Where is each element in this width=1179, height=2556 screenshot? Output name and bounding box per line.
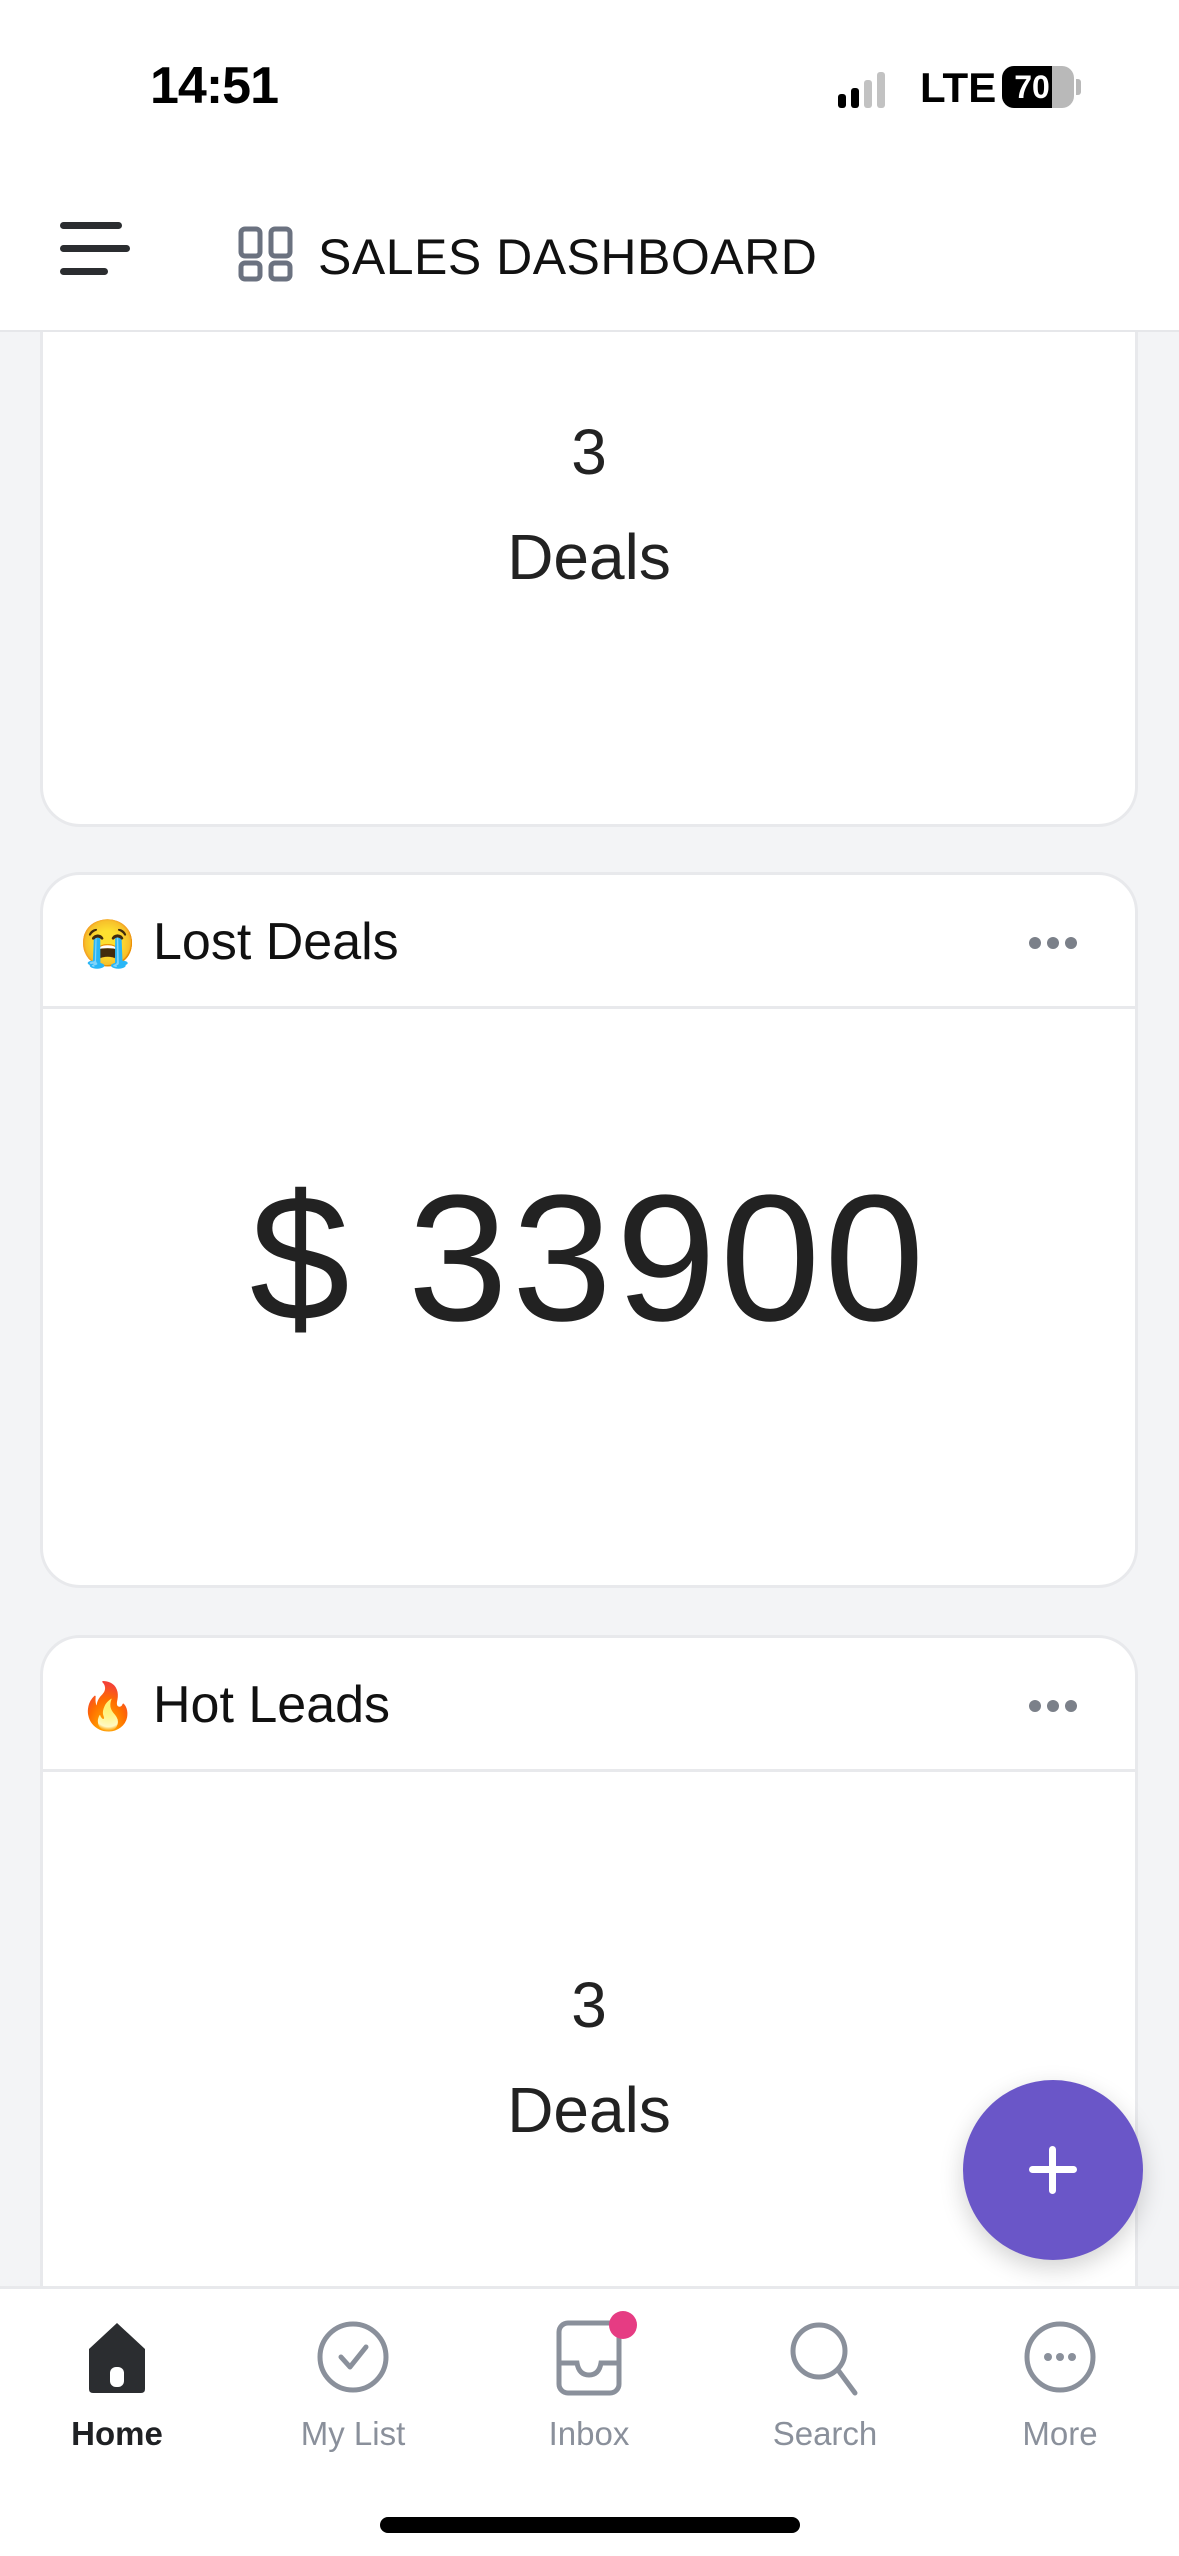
card-header: 🔥 Hot Leads [43,1638,1135,1772]
deals-count-label: Deals [507,521,671,593]
network-type: LTE [920,64,997,111]
plus-icon-vertical [1049,2146,1056,2194]
home-icon [89,2323,145,2393]
tab-label: Search [772,2415,878,2452]
ellipsis-icon[interactable] [1023,931,1083,955]
tab-label: My List [300,2415,406,2452]
grid-icon [238,226,293,282]
card-header: 😭 Lost Deals [43,875,1135,1009]
app-header: SALES DASHBOARD [0,150,1179,332]
check-circle-icon [317,2321,389,2393]
card-title: Hot Leads [153,1676,391,1734]
home-indicator[interactable] [380,2517,800,2533]
card-title: Lost Deals [153,913,399,971]
lost-deals-amount: $ 33900 [249,1158,929,1359]
deals-count-value: 3 [571,416,607,488]
tab-bar: Home My List Inbox Search More [0,2286,1179,2556]
battery-tip [1076,79,1081,95]
cellular-signal-icon [838,68,885,108]
tab-label: More [1022,2415,1098,2452]
tab-more[interactable]: More [960,2317,1160,2467]
tab-my-list[interactable]: My List [253,2317,453,2467]
dashboard-content[interactable]: 3 Deals 😭 Lost Deals $ 33900 🔥 Hot Leads… [0,332,1179,2287]
tab-label: Inbox [548,2415,630,2452]
deals-count-card: 3 Deals [40,332,1138,827]
fire-icon: 🔥 [79,1680,137,1732]
hamburger-menu-icon[interactable] [60,222,130,276]
crying-face-icon: 😭 [79,917,137,969]
lost-deals-card: 😭 Lost Deals $ 33900 [40,872,1138,1588]
more-circle-icon [1024,2321,1096,2393]
status-bar: 14:51 LTE 70 [0,0,1179,150]
notification-badge [609,2311,637,2339]
search-icon [790,2322,858,2396]
add-button[interactable] [963,2080,1143,2260]
battery-icon: 70 [1002,66,1074,108]
tab-home[interactable]: Home [17,2317,217,2467]
tab-label: Home [71,2415,163,2452]
status-time: 14:51 [150,57,279,115]
tab-inbox[interactable]: Inbox [489,2311,689,2467]
page-title: SALES DASHBOARD [318,229,818,285]
tab-search[interactable]: Search [725,2317,925,2467]
battery-level: 70 [1014,69,1050,105]
ellipsis-icon[interactable] [1023,1694,1083,1718]
hot-leads-count: 3 [571,1969,607,2041]
